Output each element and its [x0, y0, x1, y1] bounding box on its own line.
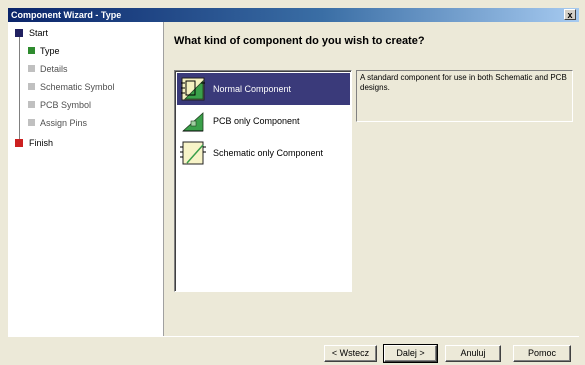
steps-panel: Start Type Details Schematic Symbol PCB …	[8, 22, 164, 336]
step-assign-pins-label: Assign Pins	[40, 118, 88, 128]
component-description: A standard component for use in both Sch…	[356, 70, 573, 122]
steps-connector-line	[19, 32, 20, 144]
normal-component-label: Normal Component	[213, 84, 292, 94]
schematic-only-component-label: Schematic only Component	[213, 148, 324, 158]
step-schematic-symbol-marker	[28, 83, 35, 90]
step-finish-marker	[15, 139, 23, 147]
step-details-marker	[28, 65, 35, 72]
window-title: Component Wizard - Type	[11, 10, 122, 20]
step-start-marker	[15, 29, 23, 37]
step-schematic-symbol-label: Schematic Symbol	[40, 82, 115, 92]
schematic-component-icon	[180, 141, 206, 165]
title-bar: Component Wizard - Type x	[8, 8, 579, 22]
step-pcb-symbol-label: PCB Symbol	[40, 100, 92, 110]
pcb-component-icon	[181, 112, 204, 132]
next-button[interactable]: Dalej >	[383, 344, 438, 363]
step-pcb-symbol-marker	[28, 101, 35, 108]
list-item-pcb-only-component[interactable]: PCB only Component	[177, 105, 350, 137]
component-wizard-window: Component Wizard - Type x Start Type Det…	[0, 0, 585, 365]
cancel-button[interactable]: Anuluj	[445, 345, 501, 362]
help-button[interactable]: Pomoc	[513, 345, 571, 362]
button-bar: < Wstecz Dalej > Anuluj Pomoc	[8, 336, 579, 365]
pcb-only-component-label: PCB only Component	[213, 116, 300, 126]
step-details-label: Details	[40, 64, 68, 74]
normal-component-icon	[181, 77, 205, 101]
close-button[interactable]: x	[564, 9, 576, 20]
list-item-normal-component[interactable]: Normal Component	[177, 73, 350, 105]
step-start-label: Start	[29, 28, 49, 38]
step-type-marker	[28, 47, 35, 54]
list-item-schematic-only-component[interactable]: Schematic only Component	[177, 137, 350, 169]
component-type-list[interactable]: Normal Component PCB only Component Sche…	[174, 70, 352, 292]
page-heading: What kind of component do you wish to cr…	[174, 35, 425, 47]
step-finish-label: Finish	[29, 138, 54, 148]
step-type-label: Type	[40, 46, 60, 56]
back-button[interactable]: < Wstecz	[324, 345, 377, 362]
step-assign-pins-marker	[28, 119, 35, 126]
